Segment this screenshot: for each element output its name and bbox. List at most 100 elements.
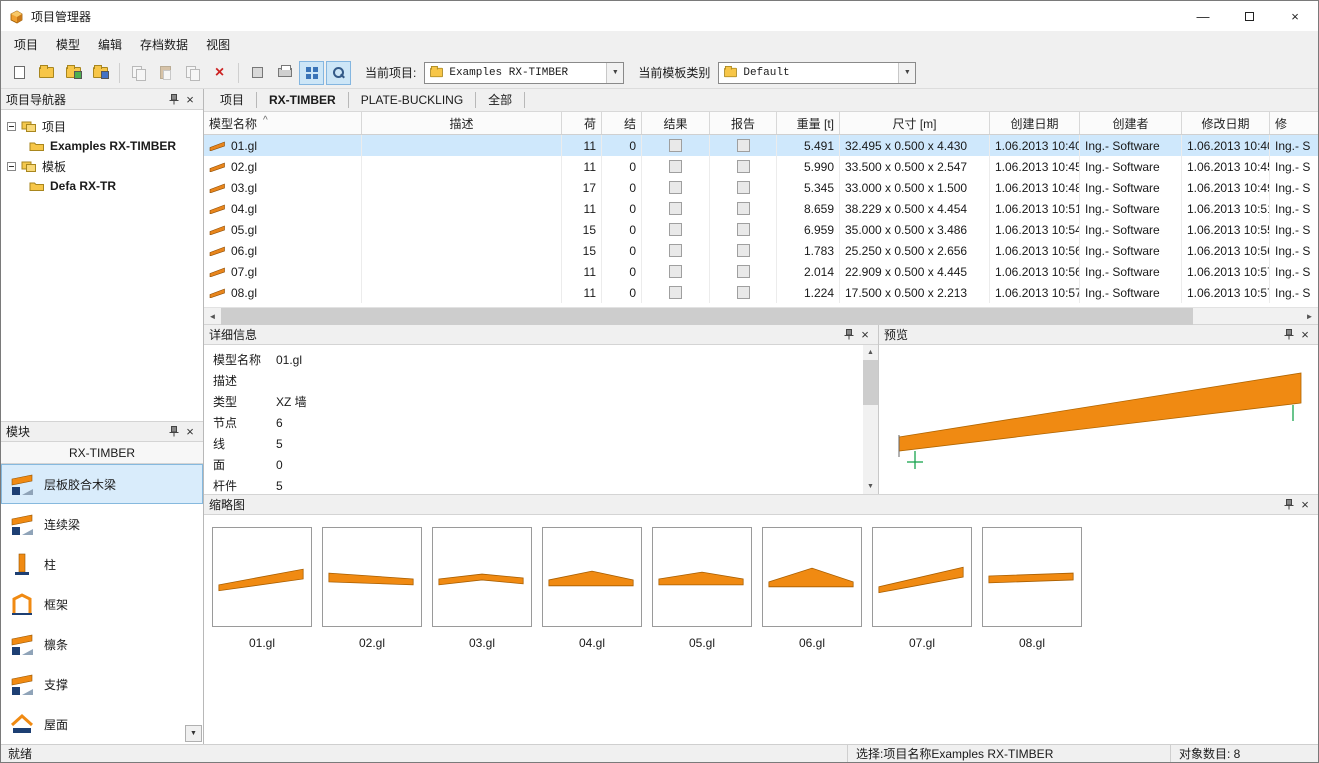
open-project-button[interactable] — [34, 61, 59, 85]
results-checkbox[interactable] — [669, 181, 682, 194]
close-button[interactable]: × — [1272, 1, 1318, 31]
report-checkbox[interactable] — [737, 139, 750, 152]
report-checkbox[interactable] — [737, 223, 750, 236]
view-details-toggle[interactable] — [326, 61, 351, 85]
results-checkbox[interactable] — [669, 265, 682, 278]
column-header-created-date[interactable]: 创建日期 — [990, 112, 1080, 134]
tree-node-template-default[interactable]: Defa RX-TR — [1, 176, 203, 196]
template-category-combobox[interactable]: Default — [718, 62, 916, 84]
preview-viewport[interactable] — [879, 345, 1318, 494]
column-header-modified-date[interactable]: 修改日期 — [1182, 112, 1270, 134]
copy-button[interactable] — [126, 61, 151, 85]
menu-item-archive-data[interactable]: 存档数据 — [131, 33, 197, 56]
column-header-load-cases[interactable]: 荷 — [562, 112, 602, 134]
module-item-glulam-beam[interactable]: 层板胶合木梁 — [1, 464, 203, 504]
tab-all[interactable]: 全部 — [476, 92, 525, 108]
module-item-frame[interactable]: 框架 — [1, 584, 203, 624]
column-header-description[interactable]: 描述 — [362, 112, 562, 134]
results-checkbox[interactable] — [669, 160, 682, 173]
table-row[interactable]: 02.gl1105.99033.500 x 0.500 x 2.5471.06.… — [204, 156, 1318, 177]
extract-archive-button[interactable] — [88, 61, 113, 85]
module-item-column[interactable]: 柱 — [1, 544, 203, 584]
view-thumbnails-toggle[interactable] — [299, 61, 324, 85]
scrollbar-track[interactable] — [221, 308, 1301, 325]
print-button[interactable] — [272, 61, 297, 85]
menu-item-edit[interactable]: 编辑 — [89, 33, 131, 56]
pin-icon[interactable] — [166, 91, 182, 107]
tree-node-project-examples[interactable]: Examples RX-TIMBER — [1, 136, 203, 156]
new-project-button[interactable] — [7, 61, 32, 85]
module-item-bracing[interactable]: 支撑 — [1, 664, 203, 704]
table-row[interactable]: 03.gl1705.34533.000 x 0.500 x 1.5001.06.… — [204, 177, 1318, 198]
report-checkbox[interactable] — [737, 244, 750, 257]
combo-dropdown-arrow[interactable] — [606, 63, 623, 83]
table-row[interactable]: 04.gl1108.65938.229 x 0.500 x 4.4541.06.… — [204, 198, 1318, 219]
thumbnail-item[interactable]: 01.gl — [212, 527, 312, 650]
column-header-weight[interactable]: 重量 [t] — [777, 112, 840, 134]
menu-item-project[interactable]: 项目 — [5, 33, 47, 56]
thumbnail-item[interactable]: 06.gl — [762, 527, 862, 650]
delete-button[interactable] — [207, 61, 232, 85]
results-checkbox[interactable] — [669, 202, 682, 215]
horizontal-scrollbar[interactable] — [204, 307, 1318, 324]
thumbnail-item[interactable]: 02.gl — [322, 527, 422, 650]
maximize-button[interactable] — [1226, 1, 1272, 31]
pin-icon[interactable] — [1281, 497, 1297, 513]
close-panel-icon[interactable] — [1297, 497, 1313, 513]
module-list-scroll-down-button[interactable] — [185, 725, 202, 742]
pin-icon[interactable] — [841, 327, 857, 343]
table-row[interactable]: 06.gl1501.78325.250 x 0.500 x 2.6561.06.… — [204, 240, 1318, 261]
paste-button[interactable] — [153, 61, 178, 85]
tree-node-projects-root[interactable]: 项目 — [1, 116, 203, 136]
current-project-combobox[interactable]: Examples RX-TIMBER — [424, 62, 624, 84]
scroll-left-arrow[interactable] — [204, 308, 221, 325]
menu-item-model[interactable]: 模型 — [47, 33, 89, 56]
minimize-button[interactable]: — — [1180, 1, 1226, 31]
column-header-model-name[interactable]: 模型名称^ — [204, 112, 362, 134]
thumbnail-item[interactable]: 04.gl — [542, 527, 642, 650]
results-checkbox[interactable] — [669, 244, 682, 257]
close-panel-icon[interactable] — [182, 424, 198, 440]
collapse-icon[interactable] — [7, 162, 16, 171]
column-header-results-count[interactable]: 结 — [602, 112, 642, 134]
pin-icon[interactable] — [166, 424, 182, 440]
module-item-purlin[interactable]: 檩条 — [1, 624, 203, 664]
archive-project-button[interactable] — [61, 61, 86, 85]
tab-plate-buckling[interactable]: PLATE-BUCKLING — [349, 92, 476, 108]
pin-icon[interactable] — [1281, 327, 1297, 343]
column-header-results-check[interactable]: 结果 — [642, 112, 710, 134]
thumbnail-item[interactable]: 03.gl — [432, 527, 532, 650]
details-vertical-scrollbar[interactable] — [863, 345, 878, 494]
menu-item-view[interactable]: 视图 — [197, 33, 239, 56]
column-header-dimensions[interactable]: 尺寸 [m] — [840, 112, 990, 134]
tab-project[interactable]: 项目 — [208, 92, 257, 108]
report-checkbox[interactable] — [737, 160, 750, 173]
close-panel-icon[interactable] — [857, 327, 873, 343]
scroll-down-arrow[interactable] — [863, 479, 878, 494]
report-checkbox[interactable] — [737, 202, 750, 215]
info-button[interactable] — [245, 61, 270, 85]
thumbnail-item[interactable]: 08.gl — [982, 527, 1082, 650]
report-checkbox[interactable] — [737, 286, 750, 299]
close-panel-icon[interactable] — [182, 91, 198, 107]
scrollbar-track[interactable] — [863, 360, 878, 479]
thumbnail-item[interactable]: 07.gl — [872, 527, 972, 650]
column-header-created-by[interactable]: 创建者 — [1080, 112, 1182, 134]
scrollbar-thumb[interactable] — [863, 360, 878, 405]
results-checkbox[interactable] — [669, 223, 682, 236]
table-row[interactable]: 01.gl1105.49132.495 x 0.500 x 4.4301.06.… — [204, 135, 1318, 156]
table-row[interactable]: 08.gl1101.22417.500 x 0.500 x 2.2131.06.… — [204, 282, 1318, 303]
module-item-roof[interactable]: 屋面 — [1, 704, 203, 744]
close-panel-icon[interactable] — [1297, 327, 1313, 343]
report-checkbox[interactable] — [737, 265, 750, 278]
report-checkbox[interactable] — [737, 181, 750, 194]
module-item-continuous-beam[interactable]: 连续梁 — [1, 504, 203, 544]
collapse-icon[interactable] — [7, 122, 16, 131]
column-header-modified-by[interactable]: 修 — [1270, 112, 1318, 134]
tab-rx-timber[interactable]: RX-TIMBER — [257, 92, 349, 108]
scroll-up-arrow[interactable] — [863, 345, 878, 360]
column-header-report-check[interactable]: 报告 — [710, 112, 777, 134]
scrollbar-thumb[interactable] — [221, 308, 1193, 325]
results-checkbox[interactable] — [669, 286, 682, 299]
scroll-right-arrow[interactable] — [1301, 308, 1318, 325]
